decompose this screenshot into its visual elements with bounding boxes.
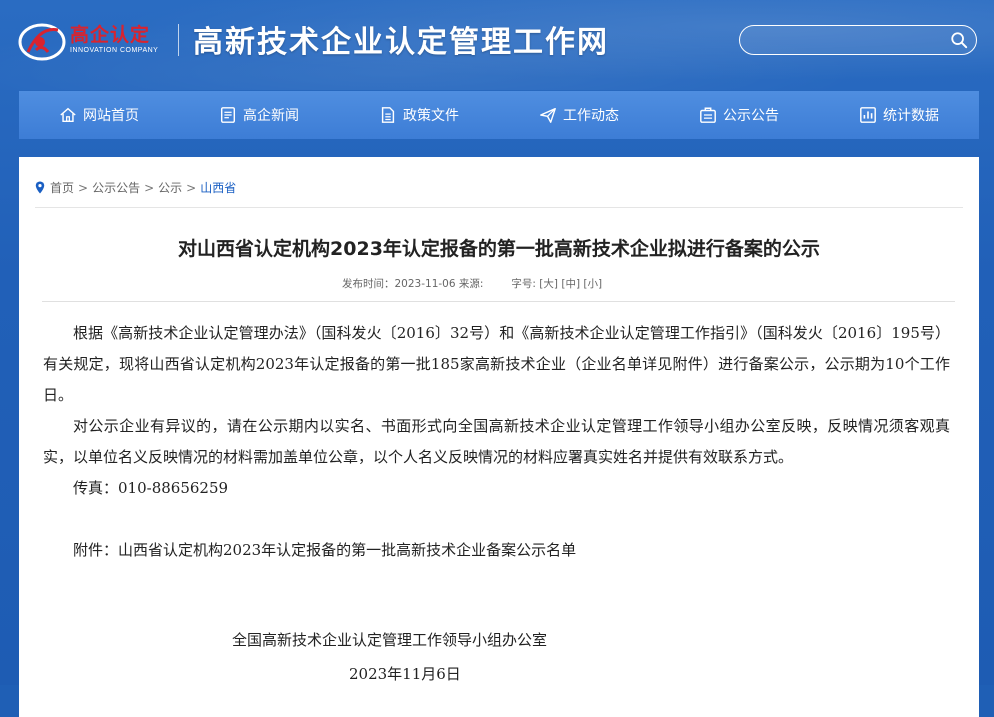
logo-divider <box>178 24 179 56</box>
font-large-link[interactable]: [大] <box>539 278 558 290</box>
breadcrumb-shanxi[interactable]: 山西省 <box>200 179 236 196</box>
send-icon <box>540 107 556 123</box>
nav-item-stats[interactable]: 统计数据 <box>859 105 939 125</box>
search-box <box>739 25 977 55</box>
signature-date: 2023年11月6日 <box>349 665 461 683</box>
logo-chinese-text: 高企认定 <box>70 24 151 46</box>
site-title: 高新技术企业认定管理工作网 <box>193 25 609 60</box>
nav-label: 政策文件 <box>403 108 459 124</box>
font-medium-link[interactable]: [中] <box>561 278 580 290</box>
article-body: 根据《高新技术企业认定管理办法》（国科发火〔2016〕32号）和《高新技术企业认… <box>43 318 950 566</box>
breadcrumb-notice[interactable]: 公示公告 <box>92 179 140 196</box>
nav-label: 网站首页 <box>83 108 139 124</box>
notice-icon <box>700 107 716 123</box>
news-icon <box>220 107 236 123</box>
content-panel: 首页 > 公示公告 > 公示 > 山西省 对山西省认定机构2023年认定报备的第… <box>19 157 979 717</box>
article-meta: 发布时间：2023-11-06 来源: 字号: [大] [中] [小] <box>342 276 602 291</box>
article-title: 对山西省认定机构2023年认定报备的第一批高新技术企业拟进行备案的公示 <box>178 238 820 260</box>
breadcrumb-divider <box>35 207 963 208</box>
site-logo[interactable]: 高企认定 INNOVATION COMPANY <box>18 14 168 64</box>
breadcrumb-publicity[interactable]: 公示 <box>158 179 182 196</box>
font-small-link[interactable]: [小] <box>583 278 602 290</box>
article-paragraph: 根据《高新技术企业认定管理办法》（国科发火〔2016〕32号）和《高新技术企业认… <box>43 324 950 404</box>
chart-icon <box>860 107 876 123</box>
search-icon[interactable] <box>950 31 968 49</box>
nav-label: 工作动态 <box>563 108 619 124</box>
nav-item-news[interactable]: 高企新闻 <box>219 105 299 125</box>
breadcrumb-separator: > <box>186 180 197 195</box>
article-paragraph: 对公示企业有异议的，请在公示期内以实名、书面形式向全国高新技术企业认定管理工作领… <box>43 417 950 466</box>
document-icon <box>381 107 395 123</box>
nav-label: 高企新闻 <box>243 108 299 124</box>
signature-org: 全国高新技术企业认定管理工作领导小组办公室 <box>232 631 548 649</box>
font-size-label: 字号: <box>511 278 536 290</box>
location-pin-icon <box>35 181 45 194</box>
attachment-line[interactable]: 附件：山西省认定机构2023年认定报备的第一批高新技术企业备案公示名单 <box>43 535 950 566</box>
logo-mark-icon <box>18 23 66 61</box>
breadcrumb-separator: > <box>144 180 155 195</box>
breadcrumb-separator: > <box>78 180 89 195</box>
publish-date: 发布时间：2023-11-06 来源: <box>342 278 484 290</box>
nav-item-work[interactable]: 工作动态 <box>539 105 619 125</box>
nav-item-policy[interactable]: 政策文件 <box>379 105 459 125</box>
search-input[interactable] <box>752 30 946 52</box>
breadcrumb: 首页 > 公示公告 > 公示 > 山西省 <box>35 179 236 196</box>
main-nav: 网站首页 高企新闻 政策文件 工作动态 公示公告 统计数据 <box>19 91 979 139</box>
nav-item-home[interactable]: 网站首页 <box>59 105 139 125</box>
meta-divider <box>42 301 955 302</box>
fax-line: 传真：010-88656259 <box>73 479 229 497</box>
nav-label: 公示公告 <box>723 108 779 124</box>
nav-label: 统计数据 <box>883 108 939 124</box>
nav-item-notice[interactable]: 公示公告 <box>699 105 779 125</box>
breadcrumb-home[interactable]: 首页 <box>50 179 74 196</box>
logo-english-text: INNOVATION COMPANY <box>70 47 159 54</box>
home-icon <box>60 107 76 123</box>
